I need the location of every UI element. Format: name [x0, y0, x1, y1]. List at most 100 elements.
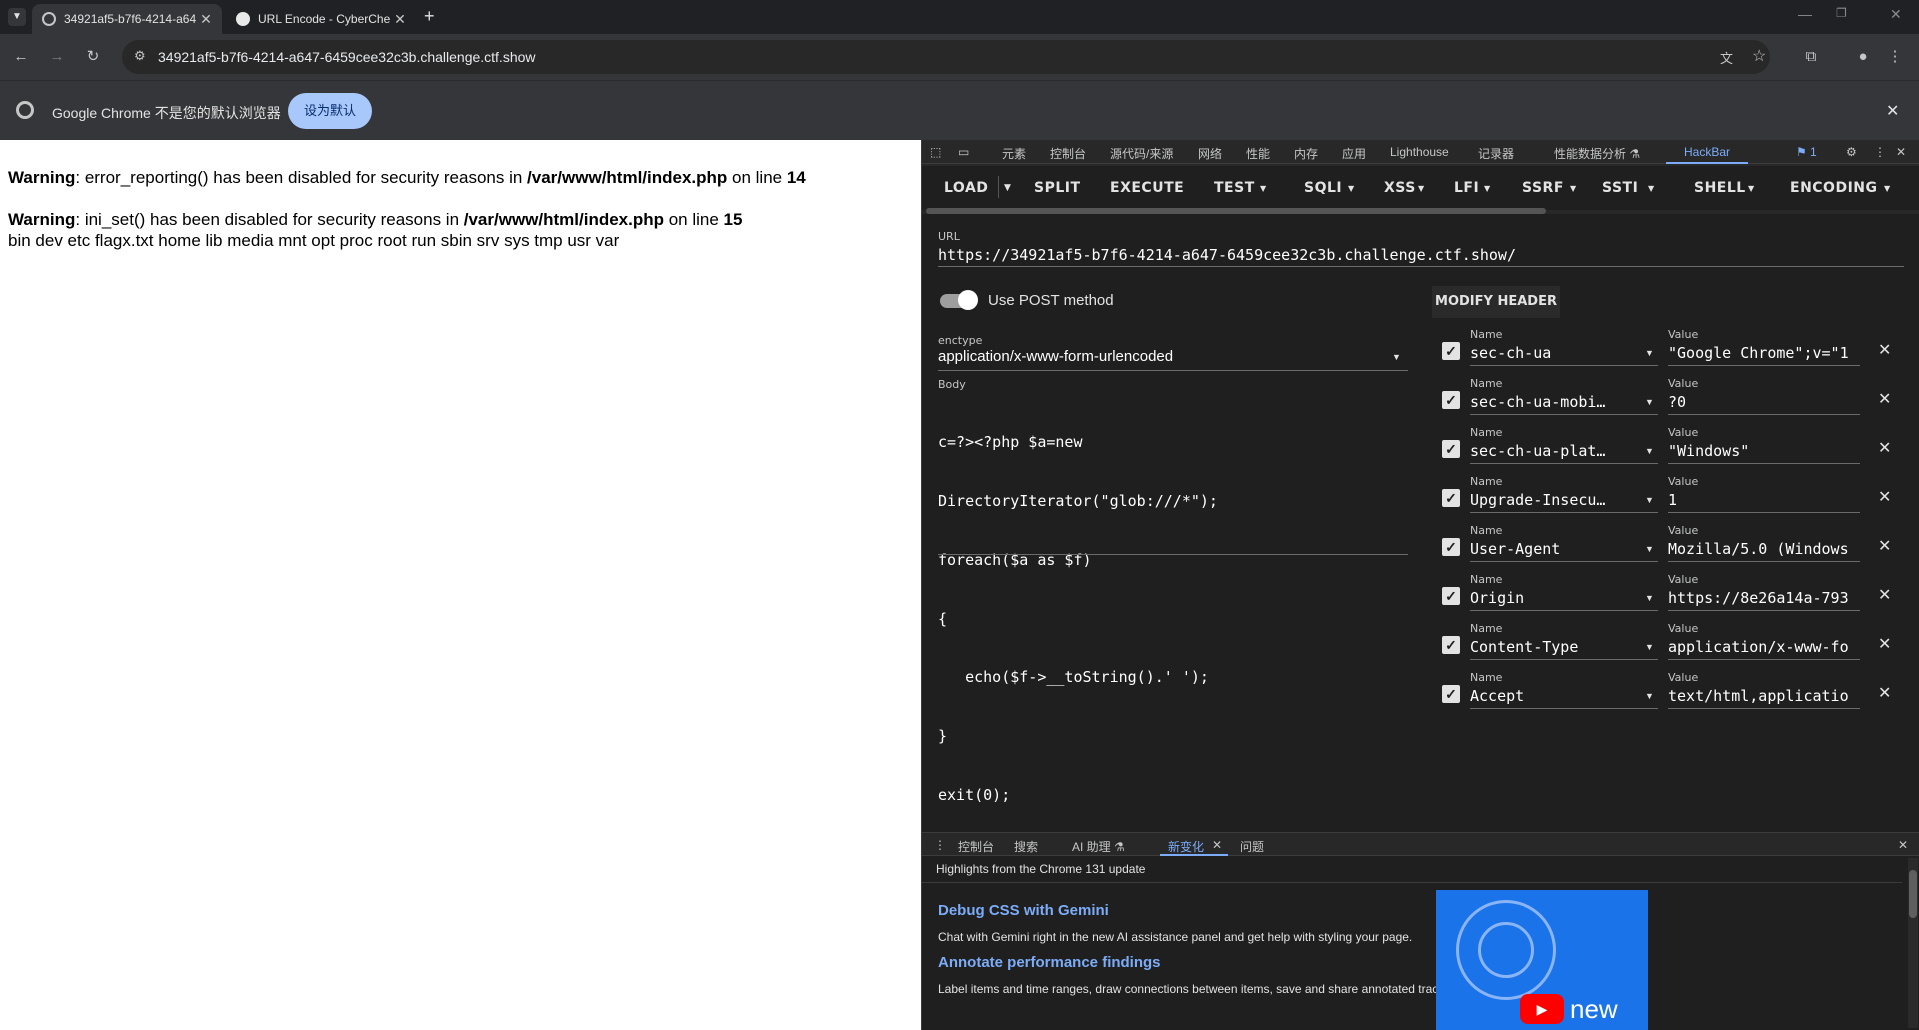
lfi-menu-button[interactable]: LFI	[1454, 180, 1479, 196]
close-drawer-icon[interactable]: ✕	[1898, 838, 1908, 852]
set-default-button[interactable]: 设为默认	[288, 93, 372, 129]
tab-cyberchef[interactable]: URL Encode - CyberChef ✕	[226, 4, 416, 34]
tab-network[interactable]: 网络	[1198, 145, 1222, 162]
minimize-icon[interactable]: —	[1798, 6, 1812, 22]
header-checkbox[interactable]: ✓	[1442, 391, 1460, 409]
tab-application[interactable]: 应用	[1342, 145, 1366, 162]
header-checkbox[interactable]: ✓	[1442, 685, 1460, 703]
forward-icon[interactable]: →	[46, 46, 68, 68]
translate-icon[interactable]: 文	[1720, 48, 1733, 67]
more-options-icon[interactable]: ⋮	[1874, 145, 1886, 159]
youtube-play-icon[interactable]: ▶	[1520, 994, 1564, 1024]
chevron-down-icon[interactable]: ▼	[1645, 544, 1654, 554]
extensions-icon[interactable]: ⧉	[1800, 46, 1822, 68]
header-name-input[interactable]: Origin	[1470, 589, 1524, 607]
profile-icon[interactable]: ●	[1852, 46, 1874, 68]
header-name-input[interactable]: Upgrade-Insecu…	[1470, 491, 1605, 509]
close-tab-icon[interactable]: ✕	[196, 11, 216, 28]
encoding-menu-button[interactable]: ENCODING	[1790, 180, 1878, 196]
site-info-icon[interactable]: ⚙	[134, 48, 146, 64]
header-name-input[interactable]: sec-ch-ua	[1470, 344, 1551, 362]
issues-count[interactable]: 1	[1810, 145, 1817, 159]
header-value-input[interactable]: ?0	[1668, 393, 1860, 411]
inspect-icon[interactable]: ⬚	[930, 145, 941, 159]
header-value-input[interactable]: 1	[1668, 491, 1860, 509]
chevron-down-icon[interactable]: ▼	[1645, 446, 1654, 456]
back-icon[interactable]: ←	[10, 46, 32, 68]
close-infobar-icon[interactable]: ✕	[1886, 101, 1899, 121]
header-value-input[interactable]: application/x-www-fo	[1668, 638, 1860, 656]
header-value-input[interactable]: "Google Chrome";v="1	[1668, 344, 1860, 362]
ssrf-menu-button[interactable]: SSRF	[1522, 180, 1564, 196]
tab-search-icon[interactable]: ▼	[8, 8, 26, 26]
drawer-tab-issues[interactable]: 问题	[1240, 838, 1264, 855]
drawer-scrollbar-thumb[interactable]	[1909, 870, 1917, 918]
chevron-down-icon[interactable]: ▼	[1645, 593, 1654, 603]
sqli-menu-button[interactable]: SQLI	[1304, 180, 1342, 196]
execute-button[interactable]: EXECUTE	[1110, 180, 1184, 196]
remove-header-icon[interactable]: ✕	[1878, 683, 1891, 703]
close-whats-new-icon[interactable]: ✕	[1212, 838, 1222, 852]
header-checkbox[interactable]: ✓	[1442, 342, 1460, 360]
header-name-input[interactable]: sec-ch-ua-plat…	[1470, 442, 1605, 460]
header-checkbox[interactable]: ✓	[1442, 587, 1460, 605]
header-name-input[interactable]: sec-ch-ua-mobi…	[1470, 393, 1605, 411]
device-toolbar-icon[interactable]: ▭	[958, 145, 969, 159]
remove-header-icon[interactable]: ✕	[1878, 487, 1891, 507]
remove-header-icon[interactable]: ✕	[1878, 585, 1891, 605]
restore-icon[interactable]: ❐	[1836, 6, 1847, 20]
remove-header-icon[interactable]: ✕	[1878, 340, 1891, 360]
chevron-down-icon[interactable]: ▼	[1645, 348, 1654, 358]
tab-hackbar[interactable]: HackBar	[1684, 145, 1730, 159]
drawer-tab-console[interactable]: 控制台	[958, 838, 994, 855]
address-bar[interactable]: ⚙ 34921af5-b7f6-4214-a647-6459cee32c3b.c…	[122, 40, 1770, 74]
header-value-input[interactable]: text/html,applicatio	[1668, 687, 1860, 705]
header-checkbox[interactable]: ✓	[1442, 440, 1460, 458]
feature-link[interactable]: Annotate performance findings	[938, 954, 1161, 971]
drawer-tab-ai-assistance[interactable]: AI 助理 ⚗	[1072, 838, 1125, 855]
video-thumbnail[interactable]: ▶ new	[1436, 890, 1648, 1030]
remove-header-icon[interactable]: ✕	[1878, 438, 1891, 458]
new-tab-icon[interactable]: +	[424, 6, 435, 27]
header-checkbox[interactable]: ✓	[1442, 489, 1460, 507]
modify-header-button[interactable]: MODIFY HEADER	[1432, 286, 1560, 318]
close-tab-icon[interactable]: ✕	[390, 11, 410, 28]
feature-link[interactable]: Debug CSS with Gemini	[938, 902, 1109, 919]
header-value-input[interactable]: https://8e26a14a-793	[1668, 589, 1860, 607]
tab-performance[interactable]: 性能	[1246, 145, 1270, 162]
header-value-input[interactable]: Mozilla/5.0 (Windows	[1668, 540, 1860, 558]
header-checkbox[interactable]: ✓	[1442, 636, 1460, 654]
chevron-down-icon[interactable]: ▼	[1645, 397, 1654, 407]
chevron-down-icon[interactable]: ▼	[1645, 642, 1654, 652]
header-name-input[interactable]: User-Agent	[1470, 540, 1560, 558]
header-value-input[interactable]: "Windows"	[1668, 442, 1860, 460]
menu-icon[interactable]: ⋮	[1884, 46, 1906, 68]
test-menu-button[interactable]: TEST	[1214, 180, 1255, 196]
url-input[interactable]: https://34921af5-b7f6-4214-a647-6459cee3…	[938, 246, 1516, 264]
tab-active[interactable]: 34921af5-b7f6-4214-a647-6 ✕	[32, 4, 222, 34]
chevron-down-icon[interactable]: ▼	[1645, 691, 1654, 701]
tab-sources[interactable]: 源代码/来源	[1110, 145, 1173, 162]
remove-header-icon[interactable]: ✕	[1878, 634, 1891, 654]
tab-elements[interactable]: 元素	[1002, 145, 1026, 162]
tab-recorder[interactable]: 记录器	[1478, 145, 1514, 162]
split-button[interactable]: SPLIT	[1034, 180, 1081, 196]
load-button[interactable]: LOAD	[944, 180, 988, 196]
header-name-input[interactable]: Accept	[1470, 687, 1524, 705]
drawer-tab-search[interactable]: 搜索	[1014, 838, 1038, 855]
close-devtools-icon[interactable]: ✕	[1896, 145, 1906, 159]
tab-memory[interactable]: 内存	[1294, 145, 1318, 162]
drawer-menu-icon[interactable]: ⋮	[934, 838, 946, 852]
bookmark-star-icon[interactable]: ☆	[1752, 46, 1766, 66]
reload-icon[interactable]: ↻	[82, 46, 104, 68]
tab-console[interactable]: 控制台	[1050, 145, 1086, 162]
remove-header-icon[interactable]: ✕	[1878, 536, 1891, 556]
shell-menu-button[interactable]: SHELL	[1694, 180, 1746, 196]
chevron-down-icon[interactable]: ▼	[1645, 495, 1654, 505]
xss-menu-button[interactable]: XSS	[1384, 180, 1416, 196]
remove-header-icon[interactable]: ✕	[1878, 389, 1891, 409]
load-dropdown-icon[interactable]: ▼	[1004, 183, 1011, 193]
tab-lighthouse[interactable]: Lighthouse	[1390, 145, 1449, 159]
header-checkbox[interactable]: ✓	[1442, 538, 1460, 556]
tab-performance-insights[interactable]: 性能数据分析 ⚗	[1554, 145, 1640, 162]
